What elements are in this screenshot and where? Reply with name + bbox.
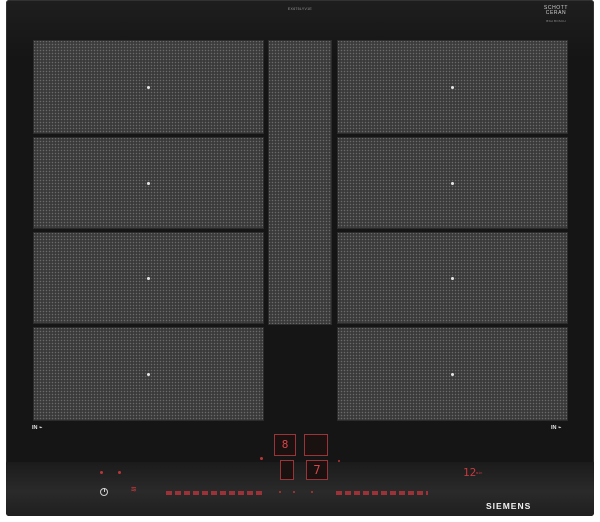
zone-center-mark (451, 372, 454, 376)
zone-center-mark (451, 85, 454, 89)
left-zone-1[interactable] (33, 40, 264, 134)
left-zone-3[interactable] (33, 232, 264, 324)
logo-subtext: BSH BOSCH (546, 19, 566, 24)
timer-display[interactable]: 12 (463, 466, 476, 479)
left-power-slider[interactable] (166, 491, 264, 495)
right-zone-4[interactable] (337, 327, 568, 421)
right-zone-2[interactable] (337, 137, 568, 229)
brand-logo: SIEMENS (486, 501, 532, 511)
left-zone-2[interactable] (33, 137, 264, 229)
model-code: EX675LYV1E (287, 7, 313, 11)
timer-key[interactable] (311, 491, 313, 493)
power-icon[interactable] (100, 488, 108, 496)
left-zone-4[interactable] (33, 327, 264, 421)
zone-center-mark (147, 85, 150, 89)
right-power-slider[interactable] (336, 491, 428, 495)
pan-detect-icon: ⌁ (39, 425, 43, 431)
timer-unit: min (476, 471, 483, 475)
induction-hob: EX675LYV1E SCHOTT CERAN BSH BOSCH IN ⌁ I… (6, 0, 594, 516)
zone-select-box[interactable] (304, 434, 328, 456)
logo-line-2: CERAN (545, 10, 567, 17)
indicator-dot (338, 460, 340, 462)
zone-center-mark (147, 181, 150, 185)
secondary-display (280, 460, 294, 480)
zone-center-mark (147, 276, 150, 280)
indicator-dot (260, 457, 263, 460)
pan-detect-icon: ⌁ (558, 425, 562, 431)
indicator-dot (118, 471, 121, 474)
left-in-label: IN ⌁ (32, 425, 43, 431)
glass-manufacturer-logo: SCHOTT CERAN BSH BOSCH (540, 5, 572, 25)
zone-center-mark (451, 181, 454, 185)
right-in-label: IN ⌁ (551, 425, 562, 431)
plus-key[interactable] (293, 491, 295, 493)
minus-key[interactable] (279, 491, 281, 493)
zone-center-mark (147, 372, 150, 376)
wipe-protection-icon[interactable]: ≋ (131, 485, 136, 495)
middle-zone[interactable] (268, 40, 332, 325)
zone-display[interactable]: 8 (274, 434, 296, 456)
right-zone-3[interactable] (337, 232, 568, 324)
power-level-display[interactable]: 7 (306, 460, 328, 480)
indicator-dot (100, 471, 103, 474)
zone-center-mark (451, 276, 454, 280)
right-zone-1[interactable] (337, 40, 568, 134)
